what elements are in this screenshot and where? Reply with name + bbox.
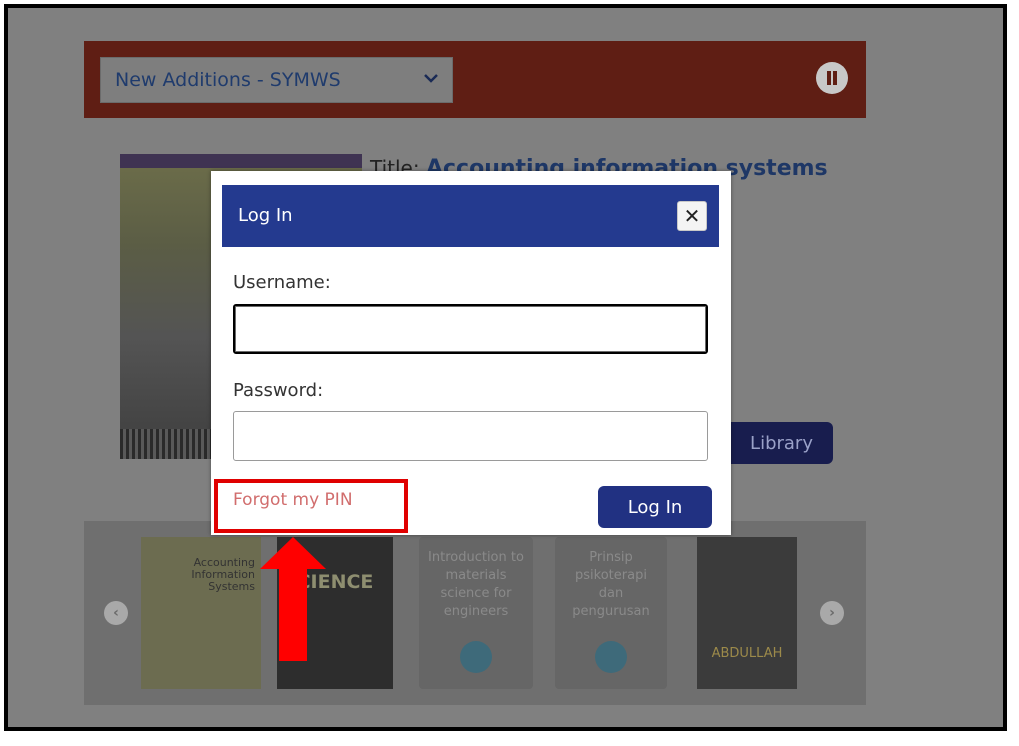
cloud-icon (595, 641, 627, 673)
carousel-header-bar: New Additions - SYMWS (84, 41, 866, 118)
screenshot-frame: New Additions - SYMWS Title: Accounting … (4, 4, 1007, 731)
password-label: Password: (233, 380, 324, 401)
carousel-prev-icon[interactable]: ‹ (104, 601, 128, 625)
login-dialog-header: Log In ✕ (222, 185, 719, 247)
username-label: Username: (233, 272, 331, 293)
username-field[interactable] (233, 304, 708, 354)
arrow-up-icon (260, 537, 326, 661)
carousel-next-icon[interactable]: › (820, 601, 844, 625)
carousel-book-text: Introduction to materials science for en… (428, 550, 524, 619)
carousel-book[interactable]: ABDULLAH (697, 537, 797, 689)
close-icon[interactable]: ✕ (677, 201, 707, 231)
login-dialog: Log In ✕ Username: Password: Forgot my P… (211, 171, 731, 535)
login-button[interactable]: Log In (598, 486, 712, 528)
book-carousel: ‹ Accounting Information Systems CIENCE … (84, 521, 866, 705)
carousel-book[interactable]: Introduction to materials science for en… (419, 537, 533, 689)
cover-stripe-top (120, 154, 362, 168)
carousel-book[interactable]: Accounting Information Systems (141, 537, 261, 689)
chevron-down-icon (422, 69, 440, 87)
dropdown-value: New Additions - SYMWS (115, 69, 341, 91)
highlight-box (214, 479, 408, 533)
login-dialog-title: Log In (238, 205, 293, 226)
list-select-dropdown[interactable]: New Additions - SYMWS (100, 57, 453, 103)
carousel-book[interactable]: Prinsip psikoterapi dan pengurusan (555, 537, 667, 689)
login-button-label: Log In (627, 496, 683, 518)
library-button-label: Library (750, 432, 813, 454)
carousel-book-text: ABDULLAH (711, 646, 783, 661)
pause-icon[interactable] (816, 62, 848, 94)
password-field[interactable] (233, 411, 708, 461)
page-overlay: New Additions - SYMWS Title: Accounting … (8, 8, 1003, 727)
carousel-book-text: Prinsip psikoterapi dan pengurusan (572, 550, 650, 619)
carousel-book-text: Accounting Information Systems (191, 556, 255, 593)
cloud-icon (460, 641, 492, 673)
